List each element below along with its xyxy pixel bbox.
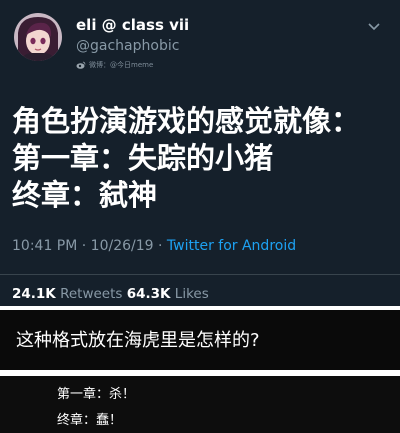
user-handle[interactable]: @gachaphobic bbox=[76, 38, 179, 54]
tweet-source-link[interactable]: Twitter for Android bbox=[167, 238, 296, 254]
tweet-body: 角色扮演游戏的感觉就像： 第一章：失踪的小猪 终章：弑神 bbox=[12, 103, 392, 214]
avatar-illustration bbox=[14, 13, 62, 61]
answer-caption: 第一章：杀！ 终章：蠢！ bbox=[0, 376, 400, 433]
tweet-line: 角色扮演游戏的感觉就像： bbox=[12, 104, 361, 138]
answer-line-1: 第一章：杀！ bbox=[57, 387, 136, 402]
retweets-label[interactable]: Retweets bbox=[56, 286, 127, 302]
answer-line-2: 终章：蠢！ bbox=[57, 413, 123, 428]
retweets-count[interactable]: 24.1K bbox=[12, 286, 56, 302]
likes-count[interactable]: 64.3K bbox=[127, 286, 171, 302]
likes-label[interactable]: Likes bbox=[171, 286, 209, 302]
tweet-line: 第一章：失踪的小猪 bbox=[12, 141, 274, 175]
question-text: 这种格式放在海虎里是怎样的? bbox=[16, 330, 260, 351]
weibo-watermark: 微博：@今日meme bbox=[76, 60, 153, 70]
tweet-stats: 24.1K Retweets 64.3K Likes bbox=[12, 286, 209, 302]
tweet-timestamp[interactable]: 10:41 PM · 10/26/19 · bbox=[12, 238, 167, 254]
tweet-card: eli @ class vii @gachaphobic 微博：@今日meme … bbox=[0, 0, 400, 306]
tweet-meta: 10:41 PM · 10/26/19 · Twitter for Androi… bbox=[12, 238, 296, 254]
avatar[interactable] bbox=[14, 13, 62, 61]
watermark-text: 微博：@今日meme bbox=[89, 61, 154, 69]
divider bbox=[0, 274, 400, 275]
weibo-logo-icon bbox=[76, 61, 86, 69]
display-name[interactable]: eli @ class vii bbox=[76, 16, 189, 34]
tweet-line: 终章：弑神 bbox=[12, 178, 158, 212]
question-caption: 这种格式放在海虎里是怎样的? bbox=[0, 310, 400, 370]
chevron-down-icon[interactable] bbox=[368, 22, 380, 32]
